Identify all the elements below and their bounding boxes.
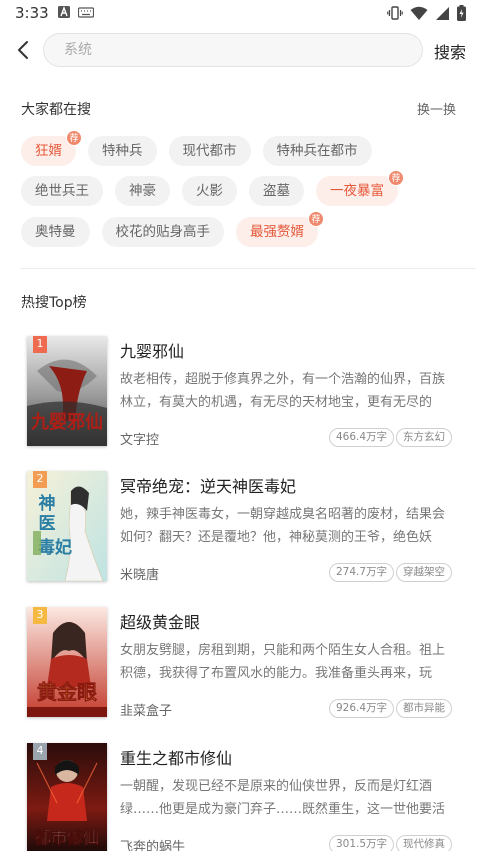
search-header: 搜索 (0, 30, 478, 70)
category-tag: 现代修真 (396, 835, 452, 851)
section-divider (20, 268, 476, 269)
recommend-badge: 荐 (388, 170, 404, 186)
search-box[interactable] (43, 33, 423, 67)
book-desc: 女朋友劈腿，房租到期，只能和两个陌生女人合租。祖上积德，我获得了布置风水的能力。… (120, 643, 446, 681)
recommend-badge: 荐 (308, 211, 324, 227)
back-button[interactable] (10, 36, 36, 64)
tag-label: 现代都市 (182, 143, 237, 159)
svg-text:神: 神 (39, 493, 56, 514)
word-count-tag: 301.5万字 (329, 835, 395, 851)
tag-label: 奥特曼 (35, 224, 76, 240)
hot-search-title: 大家都在搜 (21, 102, 91, 118)
book-title: 超级黄金眼 (120, 613, 201, 632)
keyboard-icon (78, 7, 94, 18)
svg-text:九婴邪仙: 九婴邪仙 (30, 411, 103, 433)
search-tag[interactable]: 奥特曼 (21, 217, 90, 247)
svg-text:黄金眼: 黄金眼 (37, 680, 97, 704)
svg-text:毒妃: 毒妃 (38, 537, 72, 558)
search-tag[interactable]: 绝世兵王 (21, 176, 103, 206)
tag-label: 盗墓 (263, 183, 290, 199)
search-tag[interactable]: 最强赘婿荐 (236, 211, 324, 247)
search-tag[interactable]: 特种兵 (88, 136, 157, 166)
rank-badge: 2 (33, 471, 47, 488)
book-author: 米晓唐 (120, 568, 160, 583)
status-icons (387, 4, 466, 22)
app-notification-icon (58, 6, 70, 18)
word-count-tag: 926.4万字 (329, 699, 395, 718)
back-arrow-icon (18, 41, 28, 59)
svg-text:医: 医 (39, 514, 56, 534)
tag-row-2: 绝世兵王 神豪 火影 盗墓 一夜暴富荐 (21, 170, 404, 206)
recommend-badge: 荐 (66, 130, 82, 146)
word-count-tag: 274.7万字 (329, 563, 395, 582)
book-desc: 一朝醒，发现已经不是原来的仙侠世界，反而是灯红酒绿……他更是成为豪门弃子……既然… (120, 779, 446, 817)
cell-signal-icon (436, 6, 449, 20)
book-author: 文字控 (120, 433, 160, 448)
search-tag[interactable]: 一夜暴富荐 (316, 170, 404, 206)
search-button[interactable]: 搜索 (434, 39, 466, 63)
tag-label: 最强赘婿 (250, 224, 304, 240)
tag-label: 神豪 (129, 183, 156, 199)
search-tag[interactable]: 火影 (182, 176, 237, 206)
book-title: 九婴邪仙 (120, 342, 185, 361)
book-cover: 神 医 毒妃 2 (27, 471, 107, 581)
book-author: 飞奔的蜗牛 (120, 840, 186, 851)
book-cover: 都市修仙 4 (27, 743, 107, 851)
rank-badge: 3 (33, 607, 47, 624)
tag-label: 校花的贴身高手 (115, 224, 211, 240)
book-title: 重生之都市修仙 (120, 749, 233, 768)
status-time: 3:33 (15, 4, 49, 22)
status-bar: 3:33 (0, 0, 478, 26)
tag-label: 特种兵 (102, 143, 143, 159)
tag-label: 火影 (196, 183, 223, 199)
search-tag[interactable]: 现代都市 (168, 136, 251, 166)
book-item[interactable]: 黄金眼 3 超级黄金眼 女朋友劈腿，房租到期，只能和两个陌生女人合租。祖上积德，… (0, 607, 478, 727)
rank-badge: 4 (33, 743, 47, 760)
search-tag[interactable]: 盗墓 (249, 176, 304, 206)
tag-label: 狂婿 (35, 143, 62, 159)
tag-label: 特种兵在都市 (276, 143, 358, 159)
book-title: 冥帝绝宠：逆天神医毒妃 (120, 477, 297, 496)
tag-row-3: 奥特曼 校花的贴身高手 最强赘婿荐 (21, 211, 324, 247)
book-cover: 九婴邪仙 1 (27, 336, 107, 446)
search-tag[interactable]: 神豪 (115, 176, 170, 206)
svg-text:都市修仙: 都市修仙 (34, 828, 99, 847)
book-desc: 故老相传，超脱于修真界之外，有一个浩瀚的仙界，百族林立，有莫大的机遇，有无尽的天… (120, 372, 446, 410)
book-cover: 黄金眼 3 (27, 607, 107, 717)
rank-badge: 1 (33, 336, 47, 353)
tag-row-1: 狂婿荐 特种兵 现代都市 特种兵在都市 (21, 130, 372, 166)
vibrate-icon (387, 6, 403, 20)
word-count-tag: 466.4万字 (329, 428, 395, 447)
tag-label: 一夜暴富 (330, 183, 384, 199)
book-author: 韭菜盒子 (120, 704, 173, 719)
tag-label: 绝世兵王 (35, 183, 89, 199)
search-tag[interactable]: 狂婿荐 (21, 130, 82, 166)
search-input[interactable] (64, 34, 404, 66)
book-item[interactable]: 九婴邪仙 1 九婴邪仙 故老相传，超脱于修真界之外，有一个浩瀚的仙界，百族林立，… (0, 336, 478, 456)
refresh-button[interactable]: 换一换 (417, 99, 456, 118)
book-item[interactable]: 都市修仙 4 重生之都市修仙 一朝醒，发现已经不是原来的仙侠世界，反而是灯红酒绿… (0, 743, 478, 851)
wifi-icon (410, 6, 428, 20)
book-item[interactable]: 神 医 毒妃 2 冥帝绝宠：逆天神医毒妃 她，辣手神医毒女，一朝穿越成臭名昭著的… (0, 471, 478, 591)
category-tag: 穿越架空 (396, 563, 452, 582)
search-tag[interactable]: 校花的贴身高手 (101, 217, 224, 247)
book-desc: 她，辣手神医毒女，一朝穿越成臭名昭著的废材，结果会如何？翻天？还是覆地？他，神秘… (120, 507, 446, 545)
category-tag: 东方玄幻 (396, 428, 452, 447)
category-tag: 都市异能 (396, 699, 452, 718)
search-tag[interactable]: 特种兵在都市 (262, 136, 372, 166)
battery-icon (457, 5, 466, 21)
top-list-title: 热搜Top榜 (21, 295, 87, 311)
